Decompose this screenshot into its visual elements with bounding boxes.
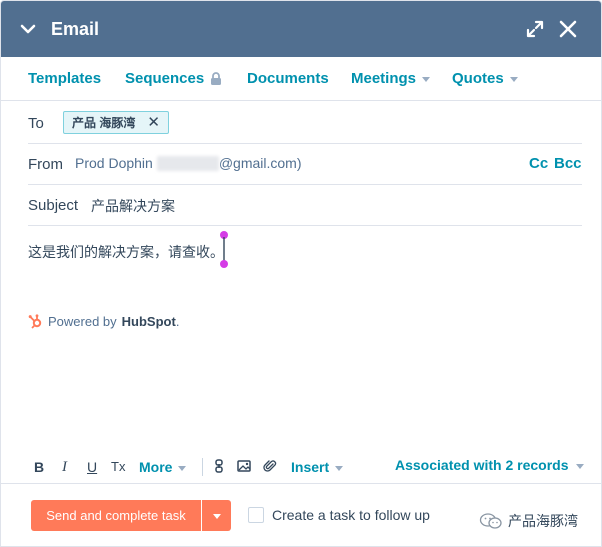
- toolbar-divider: [202, 458, 203, 476]
- wechat-logo-icon: [479, 513, 502, 529]
- powered-by-hubspot[interactable]: Powered by HubSpot.: [28, 314, 179, 329]
- from-label: From: [28, 156, 63, 173]
- subject-label: Subject: [28, 197, 79, 214]
- sender-name: Prod Dophin: [75, 155, 153, 171]
- subject-input[interactable]: 产品解决方案: [91, 196, 175, 216]
- divider: [28, 225, 582, 226]
- send-and-complete-button[interactable]: Send and complete task: [31, 500, 201, 531]
- composer-footer: Send and complete task Create a task to …: [1, 483, 601, 546]
- chevron-down-icon[interactable]: [19, 20, 37, 38]
- to-label: To: [28, 115, 44, 132]
- link-icon[interactable]: [212, 459, 226, 473]
- recipient-name: 产品 海豚湾: [72, 116, 136, 130]
- lock-icon: [211, 72, 222, 85]
- associated-records-dropdown[interactable]: Associated with 2 records: [395, 457, 584, 473]
- underline-button[interactable]: U: [87, 459, 97, 475]
- caret-down-icon: [178, 465, 187, 471]
- redacted-email: [156, 155, 219, 171]
- divider: [28, 143, 582, 144]
- recipient-chip[interactable]: 产品 海豚湾 ✕: [63, 111, 169, 134]
- watermark: 产品海豚湾: [479, 511, 578, 531]
- composer-tabs: Templates Sequences Documents Meetings Q…: [1, 57, 601, 101]
- tab-documents[interactable]: Documents: [247, 70, 329, 87]
- composer-title: Email: [51, 19, 100, 39]
- caret-down-icon: [422, 77, 431, 82]
- tab-meetings[interactable]: Meetings: [351, 70, 431, 87]
- tab-quotes[interactable]: Quotes: [452, 70, 518, 87]
- email-composer: Email Templates Sequences Documents Meet…: [0, 0, 602, 547]
- caret-down-icon: [509, 77, 518, 82]
- send-options-dropdown[interactable]: [202, 500, 231, 531]
- remove-recipient-icon[interactable]: ✕: [147, 115, 160, 130]
- powered-suffix: .: [175, 314, 180, 329]
- hubspot-sprocket-icon: [28, 314, 42, 329]
- caret-down-icon: [575, 463, 584, 469]
- from-field[interactable]: Prod Dophin @gmail.com): [75, 155, 302, 171]
- composer-header: Email: [1, 1, 601, 57]
- caret-down-icon: [335, 465, 344, 471]
- hubspot-brand: HubSpot: [121, 314, 176, 329]
- insert-dropdown[interactable]: Insert: [291, 459, 344, 475]
- clear-formatting-button[interactable]: Tx: [111, 459, 125, 474]
- watermark-text: 产品海豚湾: [508, 513, 578, 529]
- bcc-link[interactable]: Bcc: [554, 155, 582, 172]
- bold-button[interactable]: B: [34, 459, 44, 475]
- attachment-icon[interactable]: [263, 459, 277, 473]
- image-icon[interactable]: [237, 459, 251, 473]
- more-dropdown[interactable]: More: [139, 459, 187, 475]
- close-icon[interactable]: [558, 19, 578, 39]
- followup-task-label[interactable]: Create a task to follow up: [272, 507, 430, 523]
- caret-down-icon: [212, 514, 221, 519]
- formatting-toolbar: B I U Tx More Insert Associated with 2 r…: [1, 453, 601, 481]
- expand-icon[interactable]: [525, 19, 545, 39]
- tab-templates[interactable]: Templates: [28, 70, 101, 87]
- italic-button[interactable]: I: [62, 459, 67, 476]
- cc-link[interactable]: Cc: [529, 155, 548, 172]
- powered-prefix: Powered by: [48, 314, 117, 329]
- followup-task-checkbox[interactable]: [248, 507, 264, 523]
- email-body[interactable]: 这是我们的解决方案，请查收。: [28, 242, 224, 262]
- text-selection-cursor-icon: [220, 231, 228, 268]
- tab-sequences[interactable]: Sequences: [125, 70, 222, 87]
- divider: [28, 184, 582, 185]
- sender-email-suffix: @gmail.com): [218, 155, 302, 171]
